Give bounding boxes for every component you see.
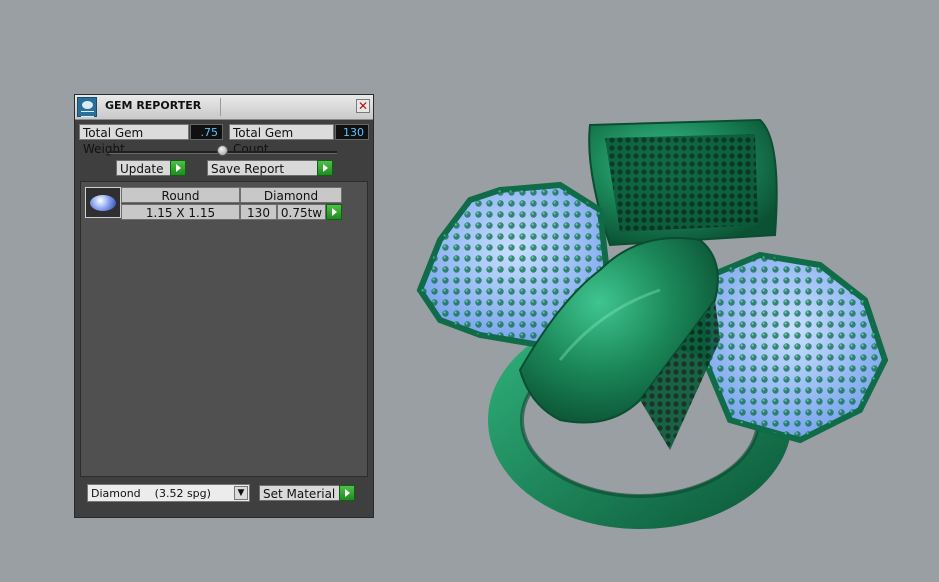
gem-count-cell: 130 [240,204,277,220]
material-select-value: Diamond (3.52 spg) [91,487,211,500]
size-slider-thumb[interactable] [217,145,228,156]
green-arrow-icon[interactable] [317,160,333,176]
title-divider [220,98,221,116]
total-gem-weight-value: .75 [190,124,223,140]
chevron-down-icon[interactable]: ▼ [234,486,248,500]
total-gem-weight-label: Total Gem Weight [79,124,189,156]
save-report-button-label: Save Report [211,162,285,176]
gem-list[interactable]: Round Diamond 1.15 X 1.15 130 0.75tw [80,181,368,477]
close-icon[interactable]: ✕ [356,99,370,113]
shape-header: Round [121,187,240,203]
save-report-button[interactable]: Save Report [207,160,333,176]
panel-title: GEM REPORTER [105,99,202,112]
title-bar[interactable]: GEM REPORTER ✕ [75,95,373,120]
set-material-button[interactable]: Set Material [259,485,355,501]
green-arrow-icon[interactable] [339,485,355,501]
update-button[interactable]: Update [116,160,186,176]
material-header: Diamond [240,187,342,203]
material-select[interactable]: Diamond (3.52 spg) ▼ [87,484,250,502]
green-arrow-icon[interactable] [170,160,186,176]
total-gem-count-label: Total Gem Count [229,124,334,156]
gem-size-cell: 1.15 X 1.15 [121,204,240,220]
set-material-button-label: Set Material [263,487,336,501]
green-arrow-icon[interactable] [326,204,342,220]
gem-reporter-panel: GEM REPORTER ✕ Total Gem Weight .75 Tota… [74,94,374,518]
round-gem-icon[interactable] [85,187,121,218]
gem-weight-cell: 0.75tw [277,204,326,220]
total-gem-count-value: 130 [335,124,369,140]
gem-reporter-icon [77,97,97,117]
update-button-label: Update [120,162,164,176]
